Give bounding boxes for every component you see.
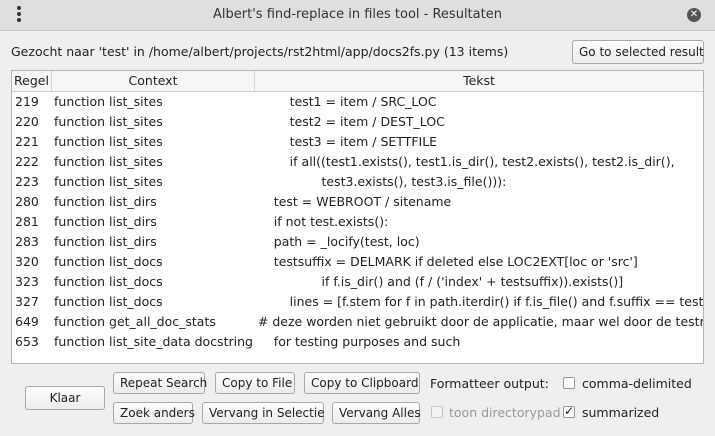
cell-tekst: lines = [f.stem for f in path.iterdir() …: [242, 294, 704, 309]
cell-context: function list_sites: [54, 94, 163, 109]
cell-context: function list_docs: [54, 294, 163, 309]
cell-tekst: path = _locify(test, loc): [242, 234, 420, 249]
close-icon[interactable]: ✕: [687, 8, 701, 22]
cell-tekst: # deze worden niet gebruikt door de appl…: [242, 314, 704, 329]
go-to-selected-result-button[interactable]: Go to selected result: [572, 40, 704, 64]
klaar-button[interactable]: Klaar: [25, 386, 105, 410]
cell-tekst: for testing purposes and such: [242, 334, 461, 349]
toon-directorypad-label: toon directorypad: [449, 405, 561, 420]
cell-regel: 280: [15, 194, 39, 209]
vervang-in-selectie-button[interactable]: Vervang in Selectie: [202, 402, 325, 424]
table-row[interactable]: 219 function list_sites test1 = item / SR…: [12, 92, 703, 112]
column-header-regel[interactable]: Regel: [12, 71, 52, 91]
zoek-anders-button[interactable]: Zoek anders: [113, 402, 195, 424]
table-row[interactable]: 283 function list_dirs path = _locify(tes…: [12, 232, 703, 252]
cell-regel: 223: [15, 174, 39, 189]
copy-to-file-button[interactable]: Copy to File: [215, 372, 295, 394]
cell-regel: 320: [15, 254, 39, 269]
cell-tekst: testsuffix = DELMARK if deleted else LOC…: [242, 254, 638, 269]
repeat-search-button[interactable]: Repeat Search: [113, 372, 207, 394]
cell-context: function list_docs: [54, 274, 163, 289]
cell-tekst: test2 = item / DEST_LOC: [242, 114, 445, 129]
cell-context: function list_dirs: [54, 194, 157, 209]
table-row[interactable]: 281 function list_dirs if not test.exists…: [12, 212, 703, 232]
cell-regel: 653: [15, 334, 39, 349]
format-output-label: Formatteer output:: [430, 376, 549, 391]
results-table[interactable]: Regel Context Tekst 219 function list_sit…: [11, 70, 704, 364]
table-header: Regel Context Tekst: [12, 71, 703, 92]
window-title: Albert's find-replace in files tool - Re…: [213, 7, 502, 22]
table-row[interactable]: 323 function list_docs if f.is_dir() and …: [12, 272, 703, 292]
cell-tekst: test3.exists(), test3.is_file())):: [242, 174, 507, 189]
search-info-label: Gezocht naar 'test' in /home/albert/proj…: [11, 44, 509, 59]
cell-context: function list_sites: [54, 174, 163, 189]
table-row[interactable]: 280 function list_dirs test = WEBROOT / s…: [12, 192, 703, 212]
cell-context: function list_docs: [54, 254, 163, 269]
cell-context: function list_dirs: [54, 214, 157, 229]
cell-context: function list_sites: [54, 154, 163, 169]
cell-tekst: test3 = item / SETTFILE: [242, 134, 438, 149]
cell-context: function list_site_data docstring: [54, 334, 253, 349]
cell-tekst: test1 = item / SRC_LOC: [242, 94, 437, 109]
cell-context: function list_sites: [54, 114, 163, 129]
cell-tekst: if all((test1.exists(), test1.is_dir(), …: [242, 154, 675, 169]
cell-regel: 649: [15, 314, 39, 329]
column-header-tekst[interactable]: Tekst: [255, 71, 703, 91]
summarized-checkbox[interactable]: [563, 404, 575, 418]
toon-directorypad-checkbox: [431, 406, 443, 418]
table-row[interactable]: 223 function list_sites test3.exists(), t…: [12, 172, 703, 192]
vervang-alles-button[interactable]: Vervang Alles: [332, 402, 421, 424]
comma-delimited-label[interactable]: comma-delimited: [582, 376, 692, 391]
table-row[interactable]: 649 function get_all_doc_stats # deze wor…: [12, 312, 703, 332]
table-row[interactable]: 222 function list_sites if all((test1.exi…: [12, 152, 703, 172]
table-row[interactable]: 320 function list_docs testsuffix = DELMA…: [12, 252, 703, 272]
table-row[interactable]: 327 function list_docs lines = [f.stem fo…: [12, 292, 703, 312]
copy-to-clipboard-button[interactable]: Copy to Clipboard: [304, 372, 420, 394]
cell-regel: 221: [15, 134, 39, 149]
summarized-label[interactable]: summarized: [582, 405, 659, 420]
cell-regel: 219: [15, 94, 39, 109]
cell-regel: 283: [15, 234, 39, 249]
cell-regel: 281: [15, 214, 39, 229]
cell-regel: 327: [15, 294, 39, 309]
cell-regel: 222: [15, 154, 39, 169]
table-row[interactable]: 221 function list_sites test3 = item / SE…: [12, 132, 703, 152]
table-row[interactable]: 220 function list_sites test2 = item / DE…: [12, 112, 703, 132]
cell-regel: 220: [15, 114, 39, 129]
cell-tekst: if not test.exists():: [242, 214, 389, 229]
cell-context: function get_all_doc_stats: [54, 314, 216, 329]
cell-tekst: if f.is_dir() and (f / ('index' + testsu…: [242, 274, 624, 289]
table-row[interactable]: 653 function list_site_data docstring for…: [12, 332, 703, 352]
column-header-context[interactable]: Context: [52, 71, 255, 91]
cell-regel: 323: [15, 274, 39, 289]
table-body: 219 function list_sites test1 = item / SR…: [12, 92, 703, 352]
cell-context: function list_dirs: [54, 234, 157, 249]
comma-delimited-checkbox[interactable]: [563, 377, 575, 389]
cell-context: function list_sites: [54, 134, 163, 149]
cell-tekst: test = WEBROOT / sitename: [242, 194, 452, 209]
title-bar: Albert's find-replace in files tool - Re…: [0, 0, 715, 31]
